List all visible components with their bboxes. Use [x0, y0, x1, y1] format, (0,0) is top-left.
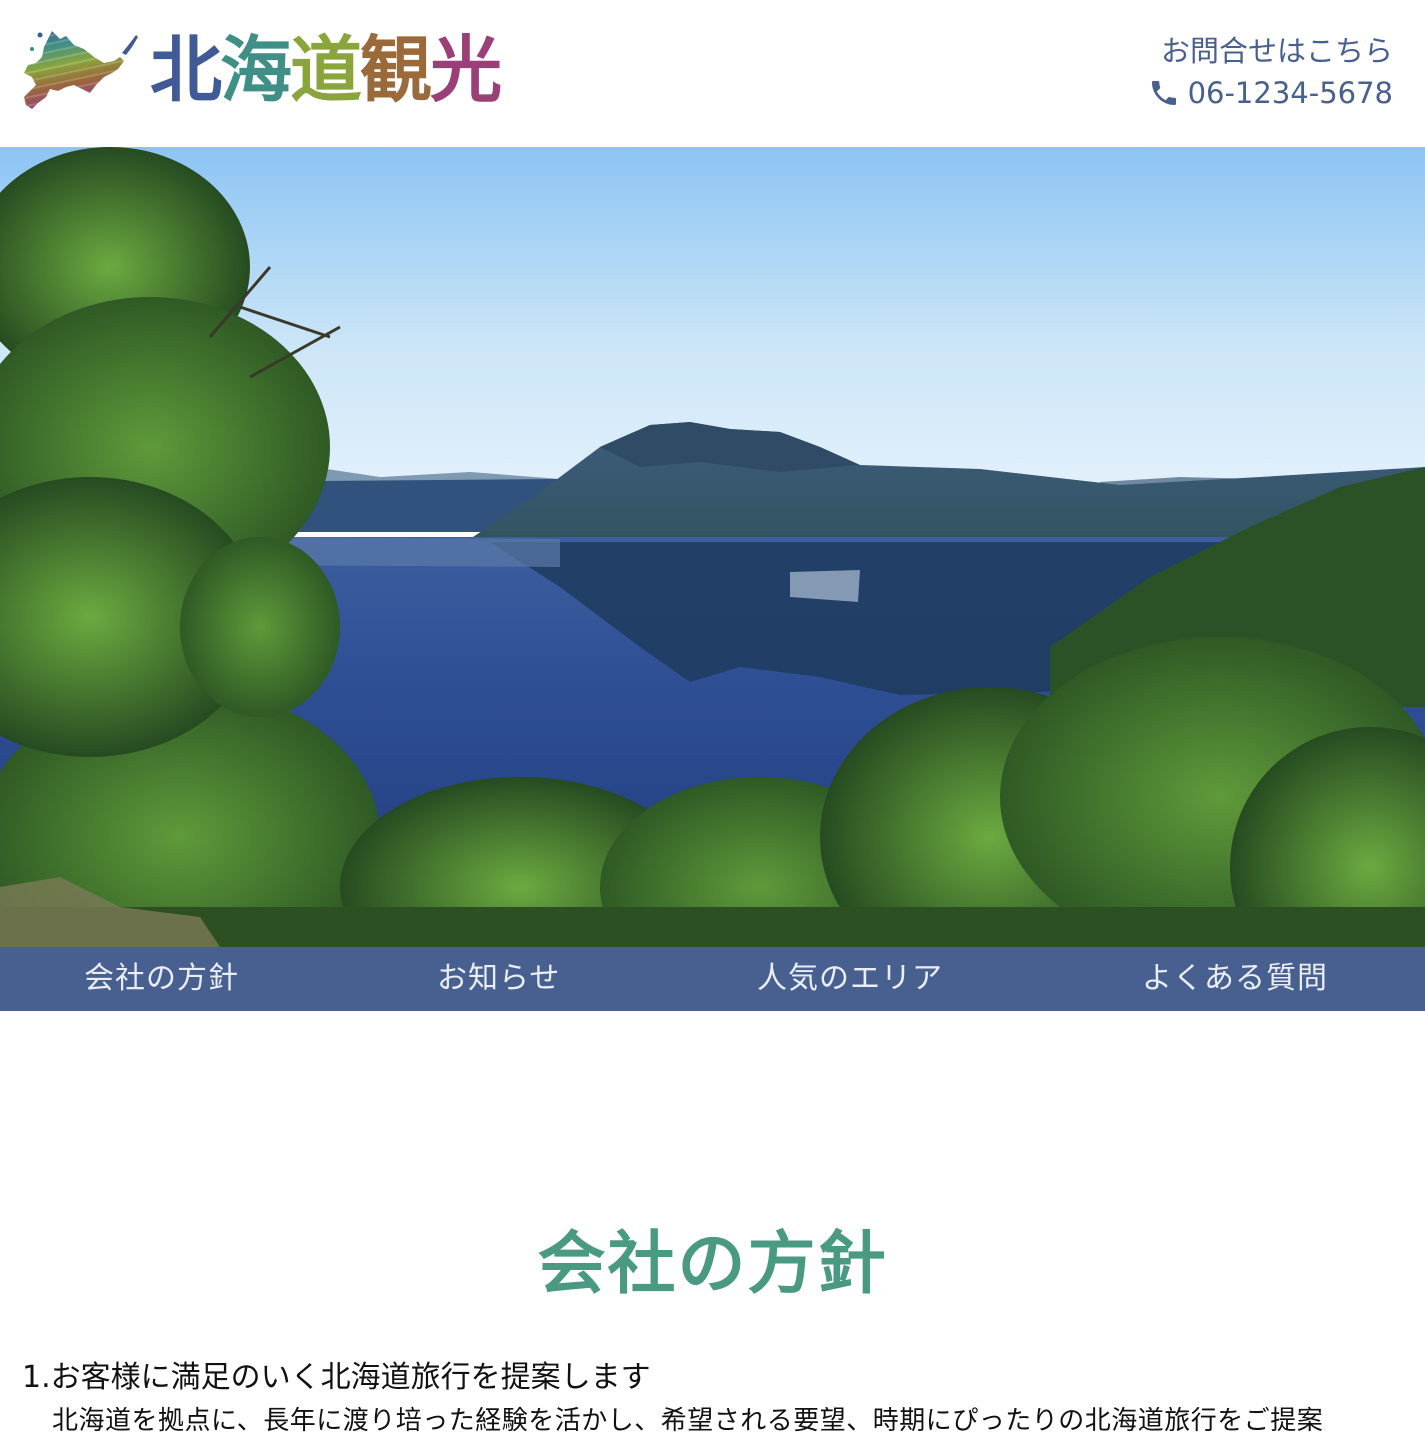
nav-item-popular-areas[interactable]: 人気のエリア	[757, 947, 943, 1011]
contact-label: お問合せはこちら	[1160, 34, 1393, 68]
hero-image	[0, 147, 1425, 947]
logo-char: 観	[360, 28, 432, 112]
nav-item-faq[interactable]: よくある質問	[1142, 947, 1328, 1011]
site-header: 北海道観光 お問合せはこちら 06-1234-5678	[0, 0, 1425, 147]
logo-char: 光	[430, 28, 502, 112]
nav-item-policy[interactable]: 会社の方針	[84, 947, 239, 1011]
policy-text: 北海道を拠点に、長年に渡り培った経験を活かし、希望される要望、時期にぴったりの北…	[52, 1406, 1324, 1436]
lake-landscape-image	[0, 147, 1425, 947]
main-nav: 会社の方針 お知らせ 人気のエリア よくある質問	[0, 947, 1425, 1011]
section-title: 会社の方針	[537, 1225, 888, 1304]
nav-item-news[interactable]: お知らせ	[437, 947, 560, 1011]
contact-info: お問合せはこちら 06-1234-5678	[1148, 30, 1393, 114]
site-logo[interactable]: 北海道観光	[18, 24, 502, 116]
logo-char: 海	[220, 28, 292, 112]
policy-heading: 1.お客様に満足のいく北海道旅行を提案します	[22, 1360, 651, 1395]
phone-icon	[1151, 81, 1176, 105]
logo-text: 北海道観光	[150, 28, 502, 112]
logo-char: 道	[290, 28, 362, 112]
phone-link[interactable]: 06-1234-5678	[1148, 72, 1393, 114]
logo-char: 北	[150, 28, 222, 112]
hokkaido-map-icon	[24, 31, 138, 109]
phone-number: 06-1234-5678	[1187, 76, 1393, 110]
